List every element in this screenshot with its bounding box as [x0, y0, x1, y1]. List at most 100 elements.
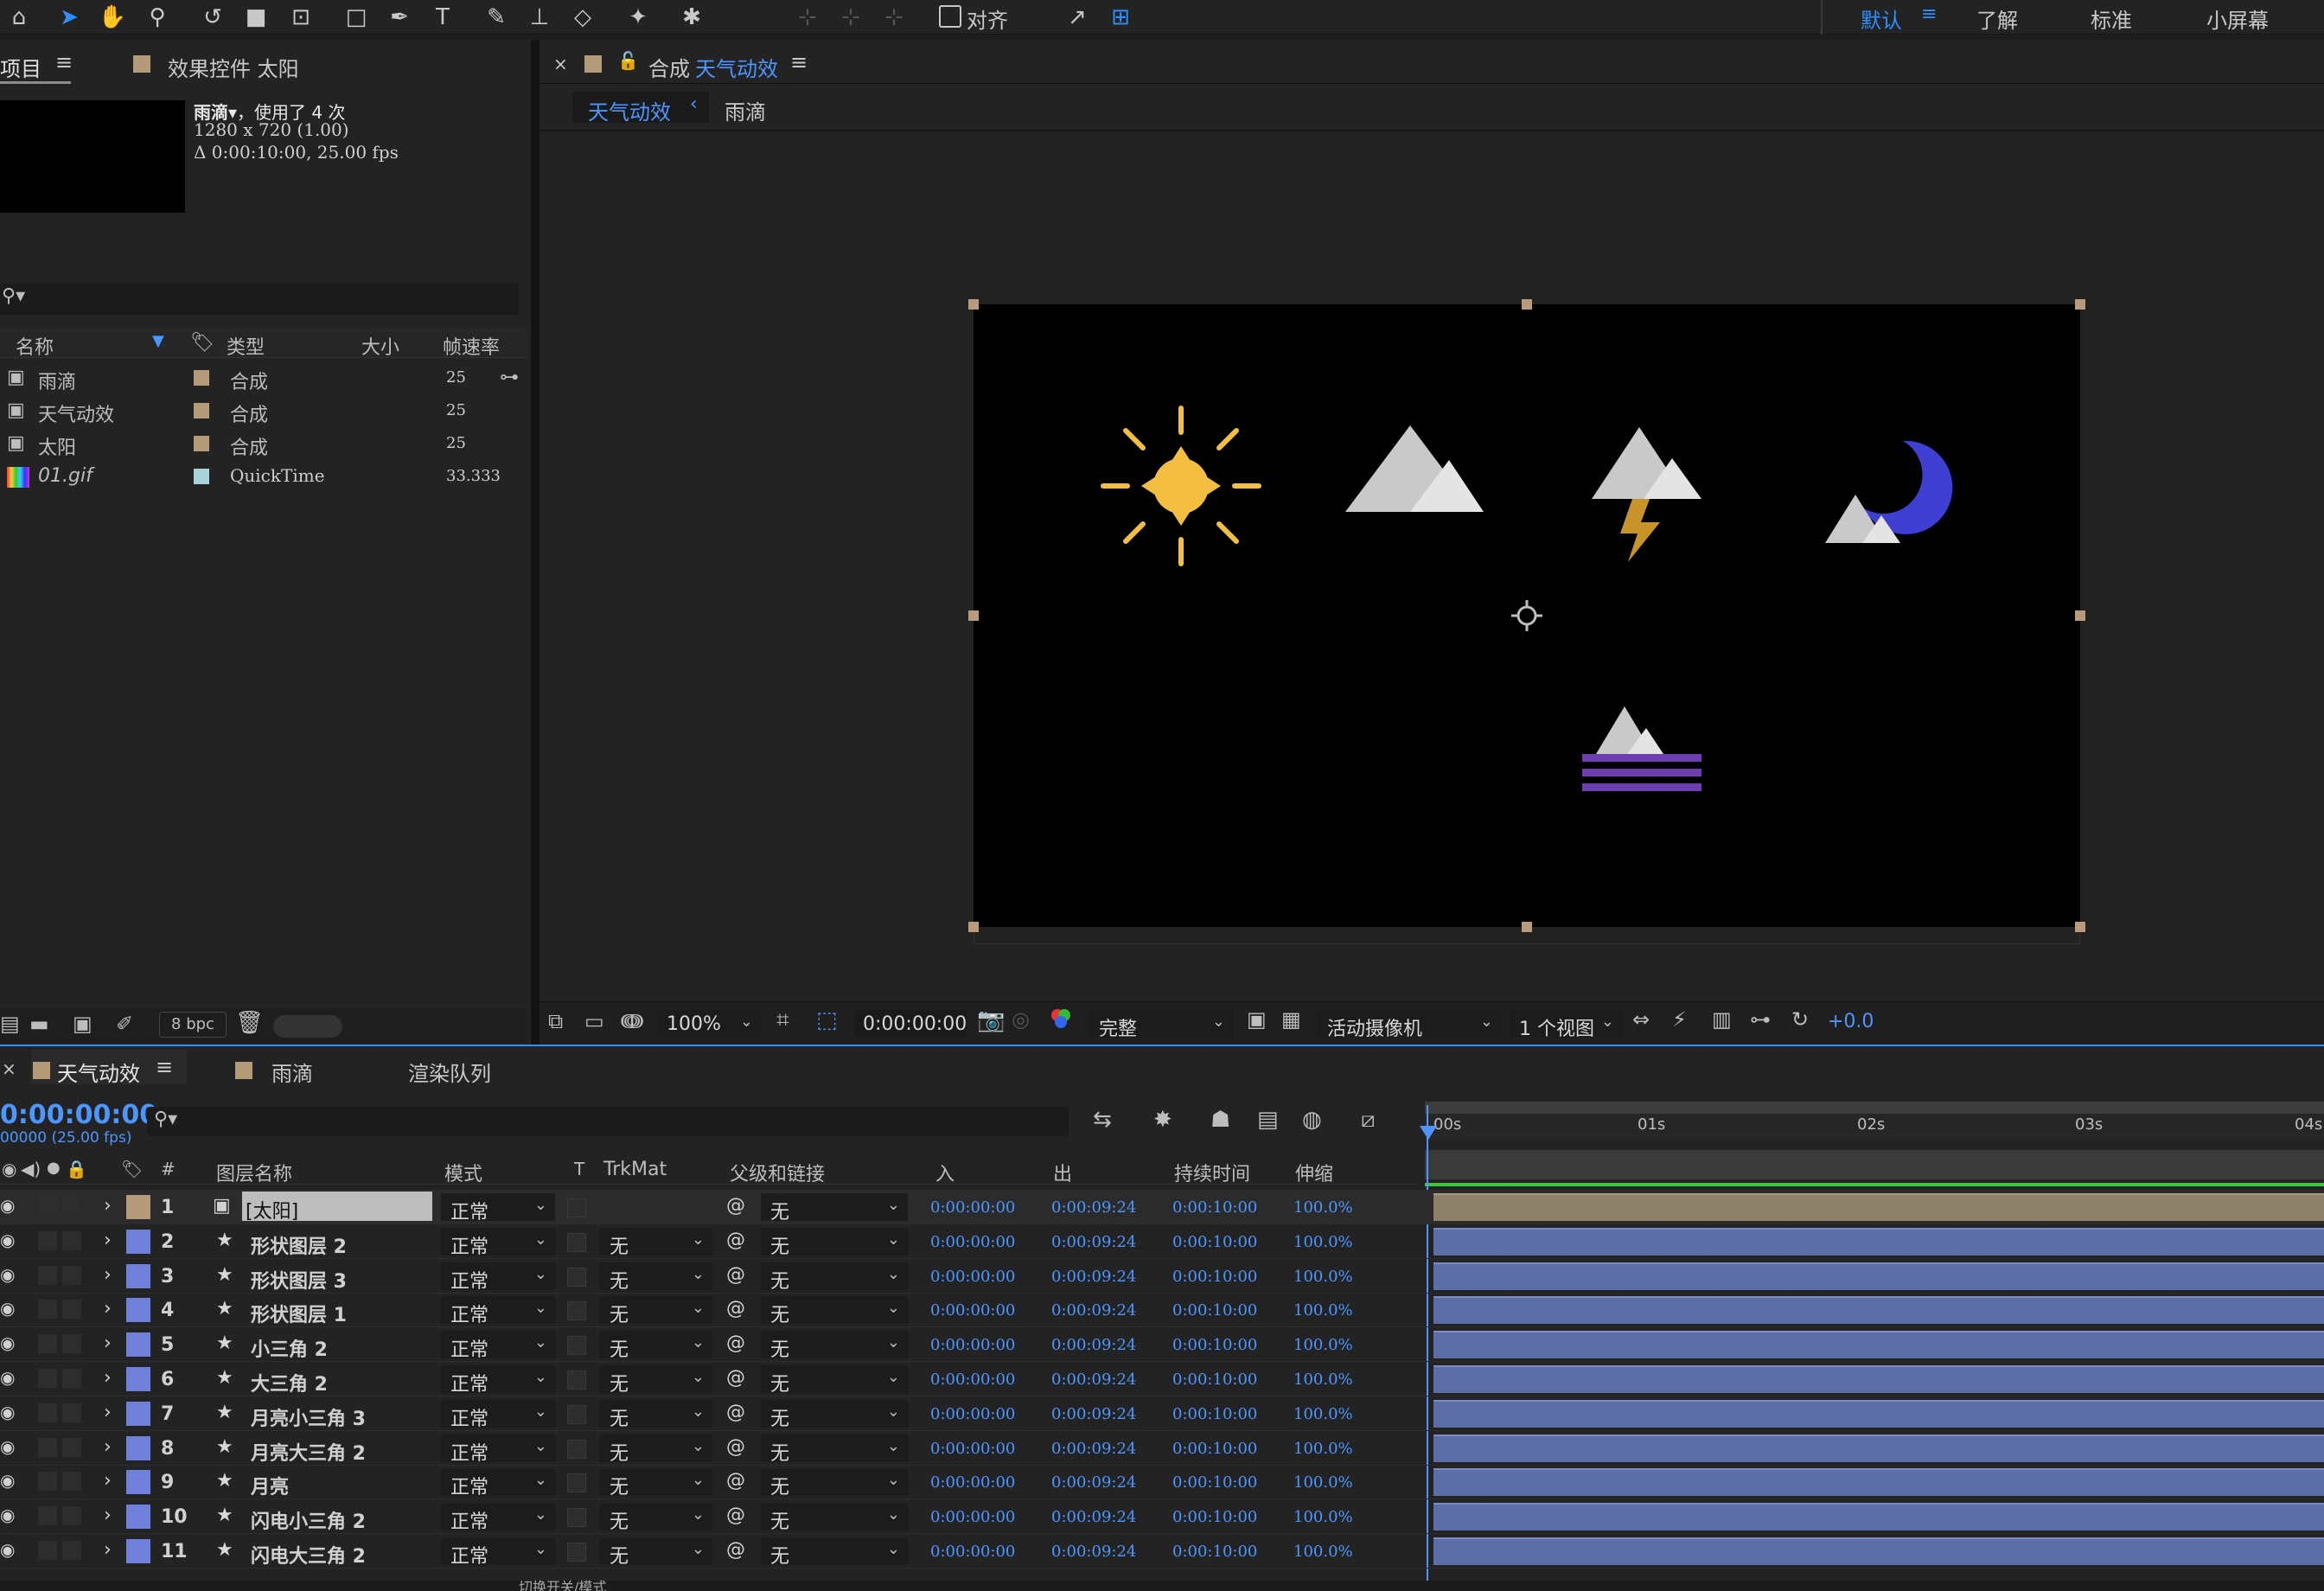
duration-value[interactable]: 0:00:10:00	[1172, 1440, 1257, 1458]
blend-mode-select[interactable]: 正常 ⌄	[441, 1365, 555, 1396]
tab-render-queue[interactable]: 渲染队列	[408, 1057, 491, 1087]
parent-select[interactable]: 无 ⌄	[761, 1537, 908, 1568]
track-matte-select[interactable]: 无 ⌄	[600, 1227, 712, 1258]
stretch-value[interactable]: 100.0%	[1293, 1543, 1353, 1561]
transparency-grid-icon[interactable]: ▦	[1281, 1007, 1301, 1032]
track-matte-select[interactable]: 无 ⌄	[600, 1296, 712, 1326]
transform-handle[interactable]	[968, 299, 979, 310]
track-matte-select[interactable]: 无 ⌄	[600, 1434, 712, 1465]
show-snapshot-icon[interactable]: ◎	[1012, 1007, 1030, 1032]
in-point[interactable]: 0:00:00:00	[930, 1508, 1015, 1526]
expand-chevron-icon[interactable]: ›	[104, 1539, 112, 1561]
pickwhip-icon[interactable]: @	[726, 1264, 745, 1286]
selection-tool-icon[interactable]: ➤	[54, 2, 85, 33]
hand-tool-icon[interactable]: ✋	[97, 2, 128, 33]
layer-label-swatch[interactable]	[126, 1229, 150, 1254]
blend-mode-select[interactable]: 正常 ⌄	[441, 1193, 555, 1224]
tab-effect-controls[interactable]: 效果控件 太阳	[168, 52, 299, 82]
flowchart-icon[interactable]: ⊶	[500, 367, 519, 388]
in-point[interactable]: 0:00:00:00	[930, 1198, 1015, 1217]
duration-value[interactable]: 0:00:10:00	[1172, 1233, 1257, 1251]
project-search-input[interactable]: ⚲▾	[0, 284, 519, 315]
solo-switch-icon[interactable]: ●	[47, 1159, 61, 1177]
breadcrumb-active[interactable]: 天气动效	[588, 95, 671, 125]
eye-icon[interactable]: ◉	[0, 1332, 15, 1353]
close-tab-icon[interactable]: ×	[553, 54, 568, 74]
expand-chevron-icon[interactable]: ›	[104, 1230, 112, 1251]
layer-label-swatch[interactable]	[126, 1195, 150, 1219]
region-of-interest-icon[interactable]: ⬚	[816, 1007, 838, 1033]
track-matte-select[interactable]: 无 ⌄	[600, 1365, 712, 1396]
solo-toggle[interactable]	[38, 1541, 57, 1560]
preserve-transparency-toggle[interactable]	[567, 1301, 586, 1321]
layer-name[interactable]: 月亮大三角 2	[251, 1438, 366, 1466]
transform-handle[interactable]	[968, 610, 979, 621]
home-icon[interactable]: ⌂	[3, 2, 35, 33]
pickwhip-icon[interactable]: @	[726, 1195, 745, 1217]
stretch-value[interactable]: 100.0%	[1293, 1198, 1353, 1217]
stretch-value[interactable]: 100.0%	[1293, 1301, 1353, 1319]
lock-toggle[interactable]	[62, 1541, 81, 1560]
views-select[interactable]: 1 个视图 ⌄	[1510, 1010, 1622, 1040]
workspace-menu-icon[interactable]: ≡	[1921, 3, 1937, 25]
out-point[interactable]: 0:00:09:24	[1051, 1198, 1136, 1217]
transform-handle[interactable]	[1522, 299, 1532, 310]
brush-tool-icon[interactable]: ✎	[481, 2, 512, 33]
timeline-menu-icon[interactable]: ≡	[156, 1055, 173, 1079]
label-swatch[interactable]	[194, 436, 209, 451]
timeline-layer-row[interactable]: ◉ › 3 ★ 形状图层 3 正常 ⌄ 无 ⌄ @ 无 ⌄ 0:00:00:00 0:00:09:24 0:…	[0, 1259, 2324, 1294]
track-matte-select[interactable]: 无 ⌄	[600, 1537, 712, 1568]
timeline-layer-row[interactable]: ◉ › 11 ★ 闪电大三角 2 正常 ⌄ 无 ⌄ @ 无 ⌄ 0:00:00:00 0:00:09:24…	[0, 1534, 2324, 1569]
layer-duration-bar[interactable]	[1433, 1365, 2324, 1393]
in-point[interactable]: 0:00:00:00	[930, 1543, 1015, 1561]
label-column-icon[interactable]: 🏷	[190, 332, 214, 354]
timeline-layer-row[interactable]: ◉ › 7 ★ 月亮小三角 3 正常 ⌄ 无 ⌄ @ 无 ⌄ 0:00:00:00 0:00:09:24 0…	[0, 1396, 2324, 1431]
layer-name-field[interactable]: [太阳]	[242, 1192, 432, 1223]
parent-select[interactable]: 无 ⌄	[761, 1331, 908, 1361]
stretch-value[interactable]: 100.0%	[1293, 1405, 1353, 1423]
col-size[interactable]: 大小	[361, 332, 399, 360]
solo-toggle[interactable]	[38, 1265, 57, 1285]
blend-mode-select[interactable]: 正常 ⌄	[441, 1503, 555, 1533]
pickwhip-icon[interactable]: @	[726, 1539, 745, 1561]
workspace-standard[interactable]: 标准	[2091, 3, 2132, 34]
preserve-transparency-toggle[interactable]	[567, 1267, 586, 1287]
solo-toggle[interactable]	[38, 1506, 57, 1526]
expand-chevron-icon[interactable]: ›	[104, 1298, 112, 1319]
preserve-transparency-toggle[interactable]	[567, 1508, 586, 1528]
layer-duration-bar[interactable]	[1433, 1434, 2324, 1462]
text-tool-icon[interactable]: T	[427, 2, 458, 33]
track-matte-select[interactable]: 无 ⌄	[600, 1399, 712, 1430]
lock-switch-icon[interactable]: 🔒	[66, 1159, 87, 1179]
clone-stamp-tool-icon[interactable]: ⊥	[524, 2, 555, 33]
shy-layers-icon[interactable]: ☗	[1210, 1107, 1230, 1133]
eye-icon[interactable]: ◉	[0, 1539, 15, 1560]
resolution-select[interactable]: 完整 ⌄	[1089, 1010, 1233, 1040]
puppet-pin-tool-icon[interactable]: ✱	[676, 2, 707, 33]
transform-handle[interactable]	[2075, 299, 2085, 310]
transform-handle[interactable]	[968, 922, 979, 932]
comp-menu-icon[interactable]: ≡	[790, 50, 808, 74]
layer-label-swatch[interactable]	[126, 1367, 150, 1391]
comp-mini-flowchart-icon[interactable]: ⇆	[1093, 1107, 1112, 1133]
track-matte-select[interactable]: 无 ⌄	[600, 1503, 712, 1533]
out-point[interactable]: 0:00:09:24	[1051, 1268, 1136, 1286]
expand-chevron-icon[interactable]: ›	[104, 1332, 112, 1354]
duration-value[interactable]: 0:00:10:00	[1172, 1405, 1257, 1423]
in-point[interactable]: 0:00:00:00	[930, 1336, 1015, 1354]
solo-toggle[interactable]	[38, 1334, 57, 1354]
layer-name[interactable]: 月亮	[251, 1472, 289, 1499]
expand-chevron-icon[interactable]: ›	[104, 1264, 112, 1286]
layer-name[interactable]: 月亮小三角 3	[251, 1403, 366, 1431]
workspace-small-screen[interactable]: 小屏幕	[2206, 3, 2269, 34]
preserve-transparency-toggle[interactable]	[567, 1371, 586, 1390]
timeline-layer-row[interactable]: ◉ › 8 ★ 月亮大三角 2 正常 ⌄ 无 ⌄ @ 无 ⌄ 0:00:00:00 0:00:09:24 0…	[0, 1431, 2324, 1466]
lock-toggle[interactable]	[62, 1197, 81, 1216]
reset-exposure-icon[interactable]: ↻	[1791, 1007, 1809, 1032]
lock-toggle[interactable]	[62, 1369, 81, 1388]
out-point[interactable]: 0:00:09:24	[1051, 1336, 1136, 1354]
pickwhip-icon[interactable]: @	[726, 1367, 745, 1389]
in-point[interactable]: 0:00:00:00	[930, 1440, 1015, 1458]
timeline-icon[interactable]: ▥	[1712, 1007, 1732, 1032]
preserve-transparency-toggle[interactable]	[567, 1198, 586, 1217]
